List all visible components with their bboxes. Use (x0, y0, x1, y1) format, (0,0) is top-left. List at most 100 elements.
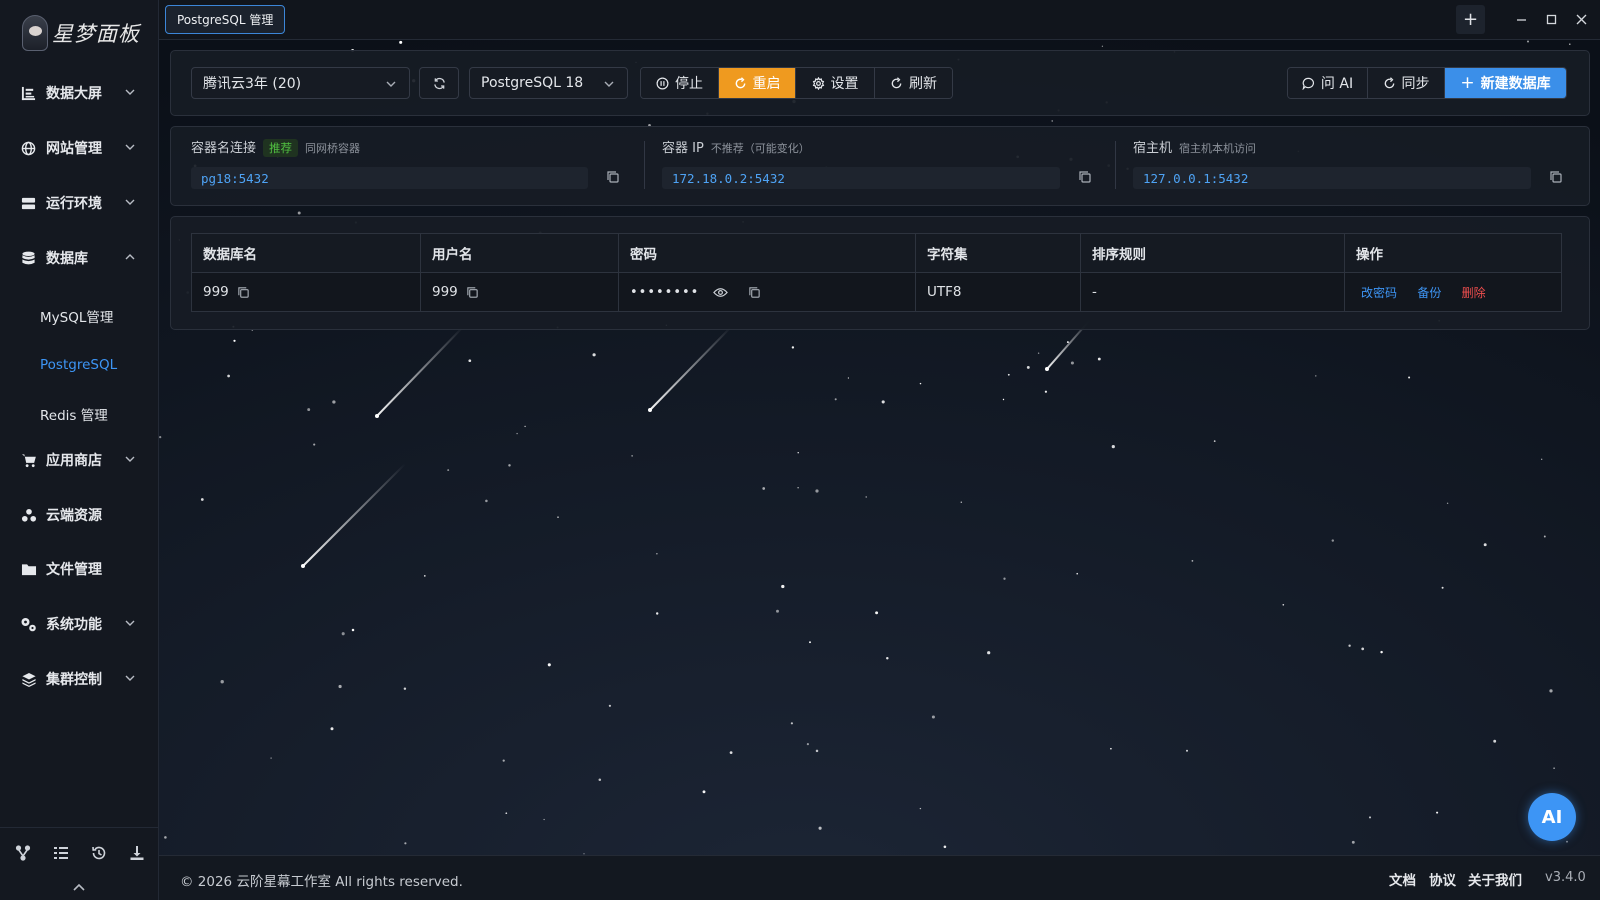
container-connection-title: 容器名连接 (191, 141, 257, 156)
star (847, 377, 850, 379)
charset: UTF8 (915, 272, 1081, 312)
star (1331, 539, 1334, 542)
divider (644, 141, 645, 189)
refresh-button[interactable]: 刷新 (875, 68, 952, 98)
cloud-share-icon (20, 507, 37, 524)
minimize-icon[interactable] (1512, 10, 1530, 28)
star (307, 408, 311, 412)
host-hint: 宿主机本机访问 (1179, 142, 1257, 155)
stop-button[interactable]: 停止 (641, 68, 719, 98)
sidebar-item-label: 运行环境 (46, 196, 102, 212)
star (447, 469, 450, 472)
maximize-icon[interactable] (1542, 10, 1560, 28)
sidebar-item-label: 数据大屏 (46, 86, 102, 102)
sidebar-item-2[interactable]: 网站管理 (0, 128, 158, 168)
host-value[interactable]: 127.0.0.1:5432 (1133, 167, 1531, 189)
new-tab-button[interactable]: + (1456, 5, 1485, 34)
history-icon[interactable] (90, 844, 108, 862)
server-select-value: 腾讯云3年 (20) (203, 76, 302, 92)
sidebar-item-4[interactable]: 数据库 (0, 238, 158, 278)
sidebar-item-8[interactable]: 系统功能 (0, 604, 158, 644)
delete-link[interactable]: 删除 (1462, 286, 1486, 300)
refresh-icon (433, 77, 445, 89)
star (1110, 747, 1112, 750)
docs-link[interactable]: 文档 (1389, 869, 1416, 889)
chevron-down-icon (125, 89, 135, 95)
agreement-link[interactable]: 协议 (1429, 869, 1456, 889)
star (791, 346, 795, 349)
container-connection-value[interactable]: pg18:5432 (191, 167, 588, 189)
app-logo[interactable]: 星梦面板 (22, 10, 142, 56)
sidebar-item-1[interactable]: 数据大屏 (0, 73, 158, 113)
sync-icon (1384, 76, 1394, 88)
star (818, 826, 822, 830)
refresh-label: 刷新 (909, 76, 937, 92)
about-link[interactable]: 关于我们 (1468, 869, 1522, 889)
star (403, 687, 407, 690)
eye-icon[interactable] (713, 286, 729, 299)
copy-icon[interactable] (606, 170, 620, 184)
star (1191, 560, 1194, 562)
star (1368, 816, 1372, 819)
copy-icon[interactable] (237, 286, 250, 299)
sidebar-subitem-3[interactable]: Redis 管理 (40, 399, 108, 429)
branch-icon[interactable] (14, 844, 32, 862)
star (404, 842, 407, 845)
star (1051, 120, 1053, 122)
close-icon[interactable] (1572, 10, 1590, 28)
star (797, 487, 799, 489)
sidebar-item-9[interactable]: 集群控制 (0, 659, 158, 699)
sidebar-item-3[interactable]: 运行环境 (0, 183, 158, 223)
restart-button[interactable]: 重启 (719, 68, 796, 98)
logo-avatar-icon (22, 15, 48, 51)
copy-icon[interactable] (1549, 170, 1563, 184)
star (227, 374, 230, 378)
database-icon (20, 250, 37, 267)
actions-cell: 改密码 备份 删除 (1344, 272, 1562, 312)
restart-label: 重启 (752, 76, 781, 92)
sidebar-item-label: 数据库 (46, 251, 88, 267)
tab-postgresql[interactable]: PostgreSQL 管理 (165, 5, 286, 34)
collapse-sidebar-icon[interactable] (72, 881, 88, 895)
sync-label: 同步 (1401, 76, 1430, 92)
sidebar-subitem-2[interactable]: PostgreSQL (40, 350, 117, 380)
star (919, 807, 922, 810)
star (655, 612, 659, 615)
copy-icon[interactable] (466, 286, 479, 299)
container-ip-value[interactable]: 172.18.0.2:5432 (662, 167, 1060, 189)
star (1483, 543, 1487, 547)
copy-icon[interactable] (1078, 170, 1092, 184)
server-icon (20, 195, 37, 212)
download-icon[interactable] (128, 844, 146, 862)
list-icon[interactable] (52, 844, 70, 862)
sidebar-subitem-1[interactable]: MySQL管理 (40, 301, 113, 331)
pause-icon (656, 77, 669, 89)
sidebar-item-6[interactable]: 云端资源 (0, 495, 158, 535)
new-database-button[interactable]: + 新建数据库 (1445, 68, 1566, 98)
change-password-link[interactable]: 改密码 (1361, 286, 1397, 300)
copy-icon[interactable] (748, 286, 761, 299)
ask-ai-button[interactable]: 问 AI (1288, 68, 1368, 98)
star (960, 501, 963, 503)
star (592, 353, 596, 357)
settings-button[interactable]: 设置 (796, 68, 875, 98)
star (1213, 440, 1216, 442)
star (1543, 535, 1546, 538)
sidebar-item-5[interactable]: 应用商店 (0, 440, 158, 480)
star (1553, 767, 1555, 770)
server-select[interactable]: 腾讯云3年 (20) (191, 67, 410, 99)
star (1541, 458, 1543, 460)
db-name-cell: 999 (191, 272, 421, 312)
reload-servers-button[interactable] (419, 67, 459, 99)
container-ip-hint: 不推荐（可能变化） (710, 142, 810, 155)
sidebar-item-7[interactable]: 文件管理 (0, 549, 158, 589)
ask-ai-label: 问 AI (1320, 76, 1354, 92)
version-select[interactable]: PostgreSQL 18 (469, 67, 628, 99)
col-actions: 操作 (1344, 233, 1562, 273)
ai-assistant-button[interactable]: AI (1528, 793, 1576, 841)
sync-button[interactable]: 同步 (1368, 68, 1445, 98)
star (815, 489, 819, 493)
star (806, 743, 809, 746)
username: 999 (432, 284, 458, 300)
backup-link[interactable]: 备份 (1417, 286, 1441, 300)
